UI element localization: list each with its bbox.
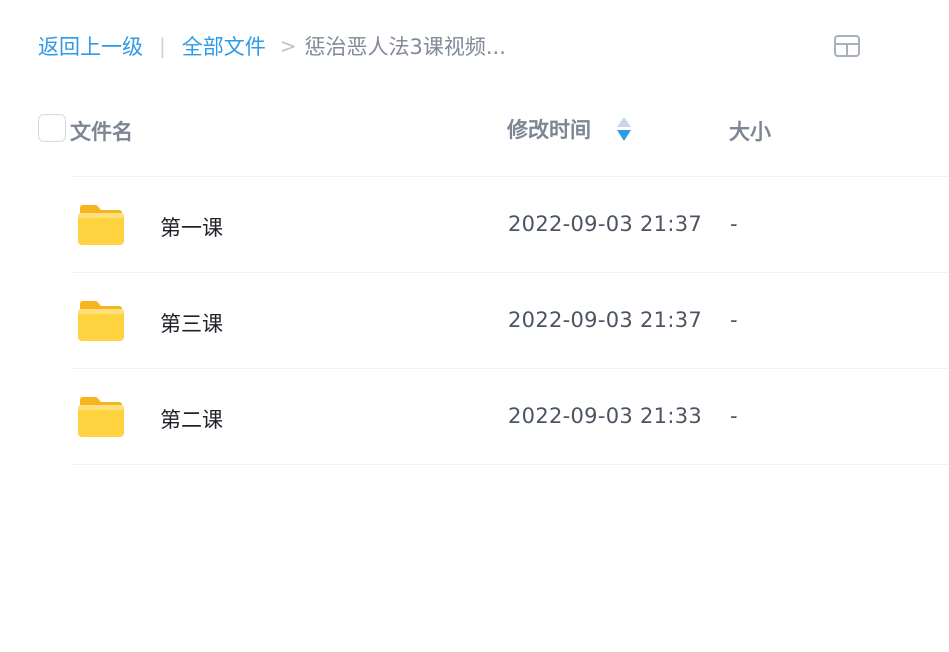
folder-icon <box>77 204 125 246</box>
file-size: - <box>730 308 738 332</box>
file-browser: 返回上一级 | 全部文件 > 惩治恶人法3课视频... 文件名 修改时间 大小 <box>0 0 949 652</box>
file-name[interactable]: 第二课 <box>160 404 223 434</box>
table-row[interactable]: 第二课 2022-09-03 21:33 - <box>0 369 949 465</box>
folder-icon <box>77 396 125 438</box>
modified-time: 2022-09-03 21:37 <box>508 212 703 236</box>
select-all-checkbox[interactable] <box>38 114 66 142</box>
modified-time: 2022-09-03 21:37 <box>508 308 703 332</box>
column-header-modified[interactable]: 修改时间 <box>507 114 591 144</box>
back-link[interactable]: 返回上一级 <box>38 31 143 61</box>
grid-view-icon[interactable] <box>834 35 860 57</box>
table-header: 文件名 修改时间 大小 <box>0 108 949 154</box>
breadcrumb-separator: | <box>159 34 166 58</box>
sort-icon[interactable] <box>616 116 632 142</box>
modified-time: 2022-09-03 21:33 <box>508 404 703 428</box>
file-size: - <box>730 404 738 428</box>
current-folder-label: 惩治恶人法3课视频... <box>304 35 506 59</box>
breadcrumb: 返回上一级 | 全部文件 > 惩治恶人法3课视频... <box>38 28 506 64</box>
breadcrumb-arrow: > <box>279 34 297 58</box>
column-header-size[interactable]: 大小 <box>729 116 771 146</box>
row-divider <box>72 464 949 465</box>
file-name[interactable]: 第三课 <box>160 308 223 338</box>
file-size: - <box>730 212 738 236</box>
file-name[interactable]: 第一课 <box>160 212 223 242</box>
all-files-link[interactable]: 全部文件 <box>182 31 266 61</box>
table-row[interactable]: 第一课 2022-09-03 21:37 - <box>0 177 949 273</box>
folder-icon <box>77 300 125 342</box>
column-header-name[interactable]: 文件名 <box>70 116 133 146</box>
table-row[interactable]: 第三课 2022-09-03 21:37 - <box>0 273 949 369</box>
